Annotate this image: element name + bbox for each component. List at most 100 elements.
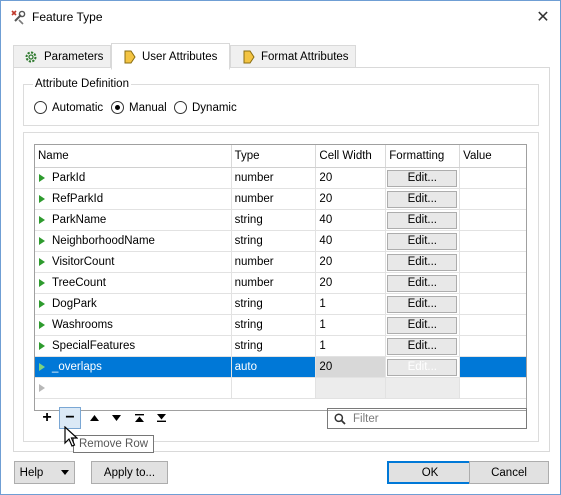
table-row[interactable]: Washrooms string 1 Edit...: [35, 315, 526, 336]
name-cell[interactable]: _overlaps: [35, 357, 232, 377]
value-cell[interactable]: [460, 231, 526, 251]
radio-automatic[interactable]: Automatic: [34, 101, 103, 114]
cell-width-cell[interactable]: 1: [316, 294, 387, 314]
radio-label: Dynamic: [192, 101, 237, 114]
cell-width-cell[interactable]: 40: [316, 231, 387, 251]
move-down-button[interactable]: [105, 407, 127, 429]
table-row[interactable]: VisitorCount number 20 Edit...: [35, 252, 526, 273]
expand-arrow-icon[interactable]: [39, 300, 45, 308]
name-cell[interactable]: VisitorCount: [35, 252, 232, 272]
filter-input[interactable]: Filter: [327, 408, 527, 429]
name-cell[interactable]: RefParkId: [35, 189, 232, 209]
radio-label: Automatic: [52, 101, 104, 114]
expand-arrow-icon[interactable]: [39, 195, 45, 203]
column-header-formatting[interactable]: Formatting: [386, 145, 461, 167]
value-cell[interactable]: [460, 336, 526, 356]
value-cell[interactable]: [460, 357, 526, 377]
table-row-selected[interactable]: _overlaps auto 20 Edit...: [35, 357, 526, 378]
search-icon: [334, 412, 346, 425]
expand-arrow-icon[interactable]: [39, 216, 45, 224]
name-cell[interactable]: NeighborhoodName: [35, 231, 232, 251]
type-cell[interactable]: number: [232, 273, 317, 293]
column-header-name[interactable]: Name: [35, 145, 232, 167]
value-cell[interactable]: [460, 378, 526, 398]
cell-width-cell[interactable]: 20: [316, 273, 387, 293]
expand-arrow-icon[interactable]: [39, 237, 45, 245]
edit-button[interactable]: Edit...: [387, 274, 458, 292]
type-cell[interactable]: string: [232, 294, 317, 314]
name-cell[interactable]: ParkId: [35, 168, 232, 188]
expand-arrow-icon[interactable]: [39, 363, 45, 371]
value-cell[interactable]: [460, 168, 526, 188]
expand-arrow-icon[interactable]: [39, 279, 45, 287]
table-row[interactable]: ParkId number 20 Edit...: [35, 168, 526, 189]
tab-parameters[interactable]: Parameters: [13, 45, 111, 69]
move-up-button[interactable]: [83, 407, 105, 429]
edit-button[interactable]: Edit...: [387, 295, 458, 313]
close-button[interactable]: ✕: [526, 1, 560, 32]
edit-button[interactable]: Edit...: [387, 211, 458, 229]
type-cell[interactable]: string: [232, 231, 317, 251]
new-row-placeholder[interactable]: [35, 378, 526, 399]
tab-format-attributes[interactable]: Format Attributes: [230, 45, 356, 69]
type-cell[interactable]: auto: [232, 357, 317, 377]
type-cell[interactable]: string: [232, 336, 317, 356]
edit-button[interactable]: Edit...: [387, 253, 458, 271]
move-to-top-button[interactable]: [128, 407, 150, 429]
table-row[interactable]: ParkName string 40 Edit...: [35, 210, 526, 231]
type-cell[interactable]: [232, 378, 317, 398]
cell-width-cell[interactable]: 20: [316, 168, 387, 188]
column-header-cell-width[interactable]: Cell Width: [316, 145, 387, 167]
type-cell[interactable]: number: [232, 189, 317, 209]
name-cell[interactable]: DogPark: [35, 294, 232, 314]
name-cell[interactable]: Washrooms: [35, 315, 232, 335]
name-cell[interactable]: TreeCount: [35, 273, 232, 293]
table-row[interactable]: TreeCount number 20 Edit...: [35, 273, 526, 294]
cell-width-cell[interactable]: 1: [316, 315, 387, 335]
edit-button[interactable]: Edit...: [387, 337, 458, 355]
edit-button[interactable]: Edit...: [387, 190, 458, 208]
expand-arrow-icon[interactable]: [39, 342, 45, 350]
value-cell[interactable]: [460, 273, 526, 293]
add-row-button[interactable]: +: [36, 407, 58, 429]
table-row[interactable]: RefParkId number 20 Edit...: [35, 189, 526, 210]
attribute-name: VisitorCount: [52, 256, 115, 268]
type-cell[interactable]: string: [232, 210, 317, 230]
cell-width-cell[interactable]: 1: [316, 336, 387, 356]
edit-button[interactable]: Edit...: [387, 232, 458, 250]
move-to-bottom-button[interactable]: [150, 407, 172, 429]
column-header-type[interactable]: Type: [232, 145, 317, 167]
cancel-button[interactable]: Cancel: [469, 461, 549, 484]
value-cell[interactable]: [460, 252, 526, 272]
name-cell[interactable]: SpecialFeatures: [35, 336, 232, 356]
cell-width-cell[interactable]: 40: [316, 210, 387, 230]
type-cell[interactable]: number: [232, 168, 317, 188]
edit-button[interactable]: Edit...: [387, 358, 458, 376]
edit-button[interactable]: Edit...: [387, 169, 458, 187]
cell-width-cell[interactable]: 20: [316, 189, 387, 209]
expand-arrow-icon[interactable]: [39, 258, 45, 266]
type-cell[interactable]: string: [232, 315, 317, 335]
apply-to-button[interactable]: Apply to...: [91, 461, 168, 484]
table-row[interactable]: SpecialFeatures string 1 Edit...: [35, 336, 526, 357]
radio-dynamic[interactable]: Dynamic: [174, 101, 237, 114]
radio-manual[interactable]: Manual: [111, 101, 167, 114]
value-cell[interactable]: [460, 315, 526, 335]
name-cell[interactable]: [35, 378, 232, 398]
type-cell[interactable]: number: [232, 252, 317, 272]
name-cell[interactable]: ParkName: [35, 210, 232, 230]
table-row[interactable]: DogPark string 1 Edit...: [35, 294, 526, 315]
cell-width-cell[interactable]: 20: [316, 357, 387, 377]
expand-arrow-icon[interactable]: [39, 321, 45, 329]
value-cell[interactable]: [460, 210, 526, 230]
expand-arrow-icon[interactable]: [39, 174, 45, 182]
help-button[interactable]: Help: [14, 461, 75, 484]
edit-button[interactable]: Edit...: [387, 316, 458, 334]
table-row[interactable]: NeighborhoodName string 40 Edit...: [35, 231, 526, 252]
value-cell[interactable]: [460, 189, 526, 209]
value-cell[interactable]: [460, 294, 526, 314]
cell-width-cell[interactable]: 20: [316, 252, 387, 272]
column-header-value[interactable]: Value: [460, 145, 526, 167]
ok-button[interactable]: OK: [387, 461, 473, 484]
tab-user-attributes[interactable]: User Attributes: [111, 43, 230, 70]
